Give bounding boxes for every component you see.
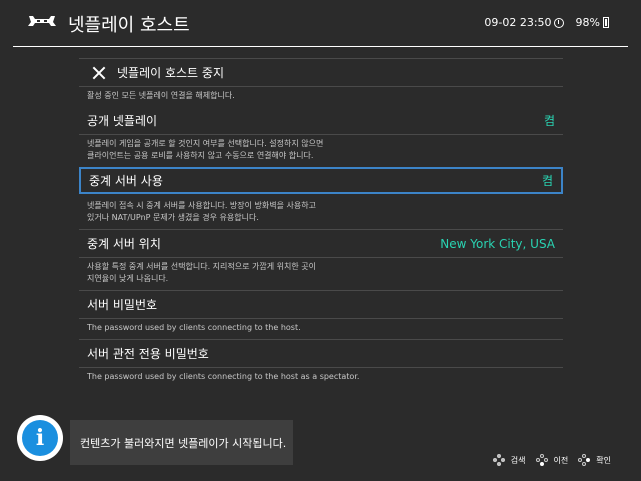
- clock-icon: [553, 17, 564, 28]
- menu-label: 서버 비밀번호: [87, 298, 158, 312]
- list-item-relay-server[interactable]: 중계 서버 사용 켬 넷플레이 접속 시 중계 서버를 사용합니다. 방장이 방…: [79, 167, 563, 229]
- menu-label: 중계 서버 위치: [87, 237, 161, 251]
- desc-line: The password used by clients connecting …: [87, 323, 301, 332]
- hint-label: 검색: [510, 455, 526, 465]
- list-item-relay-location[interactable]: 중계 서버 위치 New York City, USA 사용할 특정 중계 서버…: [79, 229, 563, 290]
- desc-line: The password used by clients connecting …: [87, 372, 360, 381]
- menu-description: The password used by clients connecting …: [79, 368, 563, 388]
- footer-hints: 검색 이전 확인: [483, 454, 611, 466]
- dpad-icon: [535, 454, 548, 466]
- hint-search[interactable]: 검색: [492, 454, 526, 466]
- hint-ok[interactable]: 확인: [578, 454, 611, 466]
- info-icon-glyph: i: [22, 420, 58, 456]
- close-icon: [93, 67, 105, 79]
- list-item-stop-host[interactable]: 넷플레이 호스트 중지 활성 중인 모든 넷플레이 연결을 해제합니다.: [79, 58, 563, 107]
- menu-label: 넷플레이 호스트 중지: [117, 66, 224, 80]
- menu-row[interactable]: 넷플레이 호스트 중지: [79, 59, 563, 86]
- menu-description: The password used by clients connecting …: [79, 319, 563, 339]
- desc-line: 활성 중인 모든 넷플레이 연결을 해제합니다.: [87, 91, 235, 100]
- list-item-spectator-password[interactable]: 서버 관전 전용 비밀번호 The password used by clien…: [79, 339, 563, 388]
- menu-label: 공개 넷플레이: [87, 114, 158, 128]
- page-title: 넷플레이 호스트: [68, 15, 190, 36]
- location-value[interactable]: New York City, USA: [440, 237, 555, 251]
- hint-back[interactable]: 이전: [535, 454, 569, 466]
- toggle-value[interactable]: 켬: [542, 172, 553, 189]
- settings-list: 넷플레이 호스트 중지 활성 중인 모든 넷플레이 연결을 해제합니다. 공개 …: [79, 58, 563, 388]
- hint-label: 확인: [596, 455, 611, 465]
- desc-line: 지연율이 낮게 나옵니다.: [87, 274, 169, 283]
- menu-row[interactable]: 서버 관전 전용 비밀번호: [79, 340, 563, 367]
- menu-row[interactable]: 서버 비밀번호: [79, 291, 563, 318]
- desc-line: 넷플레이 접속 시 중계 서버를 사용합니다. 방장이 방화벽을 사용하고: [87, 201, 316, 210]
- status-area: 09-02 23:50 98%: [484, 16, 609, 29]
- retroarch-logo-icon: [28, 16, 56, 26]
- header-bar: 넷플레이 호스트 09-02 23:50 98%: [0, 0, 641, 47]
- menu-row[interactable]: 중계 서버 사용 켬: [79, 167, 563, 194]
- datetime: 09-02 23:50: [484, 16, 552, 29]
- toast-message: 컨텐츠가 불러와지면 넷플레이가 시작됩니다.: [80, 436, 287, 450]
- list-item-public-netplay[interactable]: 공개 넷플레이 켬 넷플레이 게임을 공개로 할 것인지 여부를 선택합니다. …: [79, 107, 563, 167]
- desc-line: 클라이언트는 공용 로비를 사용하지 않고 수동으로 연결해야 합니다.: [87, 151, 314, 160]
- battery-level: 98%: [575, 16, 600, 29]
- menu-description: 활성 중인 모든 넷플레이 연결을 해제합니다.: [79, 87, 563, 107]
- dpad-icon: [492, 454, 505, 466]
- dpad-icon: [578, 454, 591, 466]
- hint-label: 이전: [553, 455, 569, 465]
- toggle-value[interactable]: 켬: [544, 112, 555, 129]
- menu-row[interactable]: 중계 서버 위치 New York City, USA: [79, 230, 563, 257]
- desc-line: 넷플레이 게임을 공개로 할 것인지 여부를 선택합니다. 설정하지 않으면: [87, 139, 324, 148]
- menu-row[interactable]: 공개 넷플레이 켬: [79, 107, 563, 134]
- desc-line: 사용할 특정 중계 서버를 선택합니다. 지리적으로 가깝게 위치한 곳이: [87, 262, 316, 271]
- notification-toast: 컨텐츠가 불러와지면 넷플레이가 시작됩니다.: [70, 420, 293, 465]
- list-item-server-password[interactable]: 서버 비밀번호 The password used by clients con…: [79, 290, 563, 339]
- menu-description: 사용할 특정 중계 서버를 선택합니다. 지리적으로 가깝게 위치한 곳이 지연…: [79, 258, 563, 290]
- desc-line: 있거나 NAT/UPnP 문제가 생겼을 경우 유용합니다.: [87, 213, 259, 222]
- menu-label: 중계 서버 사용: [89, 174, 163, 188]
- info-icon: i: [17, 415, 63, 461]
- menu-description: 넷플레이 게임을 공개로 할 것인지 여부를 선택합니다. 설정하지 않으면 클…: [79, 135, 563, 167]
- battery-icon: [603, 17, 609, 28]
- header-divider: [13, 46, 628, 47]
- menu-description: 넷플레이 접속 시 중계 서버를 사용합니다. 방장이 방화벽을 사용하고 있거…: [79, 194, 563, 229]
- menu-label: 서버 관전 전용 비밀번호: [87, 347, 209, 361]
